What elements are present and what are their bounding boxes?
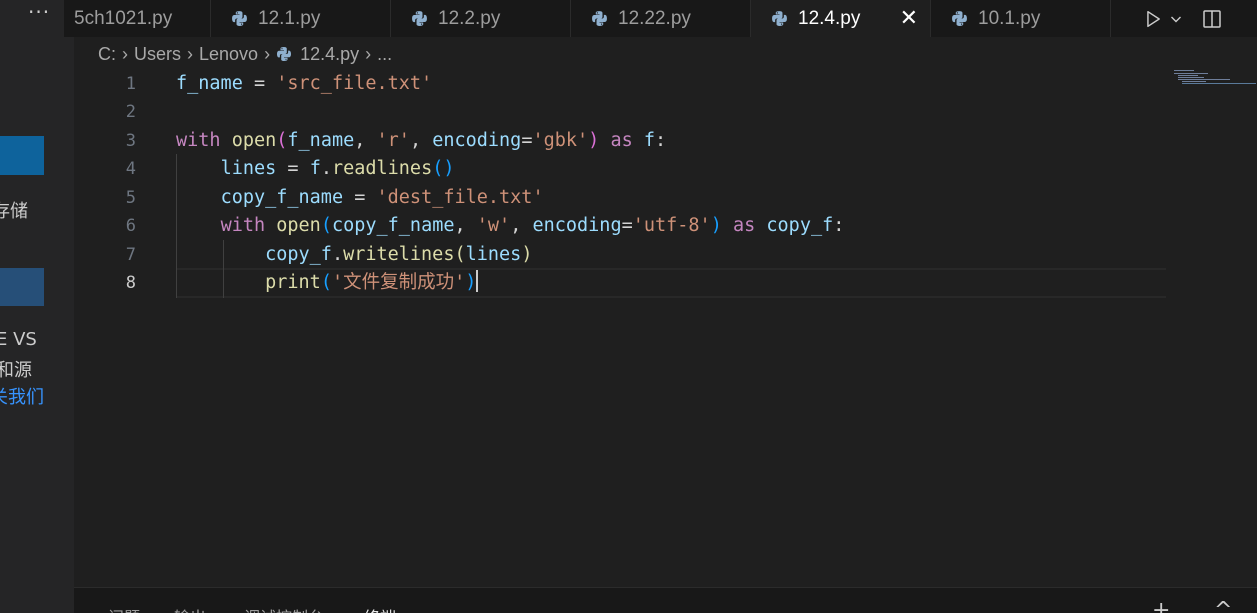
code-text: print('文件复制成功') [265, 270, 479, 293]
code-line: 5 copy_f_name = 'dest_file.txt' [74, 184, 1257, 212]
python-file-icon [412, 11, 427, 26]
chevron-right-icon: › [122, 43, 128, 64]
line-number: 7 [125, 245, 136, 265]
line-number: 8 [125, 273, 136, 293]
python-file-icon [592, 11, 607, 26]
side-panel-link[interactable]: 关我们 [0, 383, 44, 409]
breadcrumb-users[interactable]: Users [134, 44, 181, 65]
tab-label: 10.1.py [978, 7, 1041, 29]
code-editor[interactable]: 1 f_name = 'src_file.txt' 2 3 with open(… [74, 70, 1257, 587]
line-number: 4 [125, 159, 136, 179]
tab-label: 12.4.py [798, 7, 861, 29]
tab-12-4[interactable]: 12.4.py ✕ [751, 0, 931, 37]
chevron-right-icon: › [187, 43, 194, 64]
minimap[interactable] [1172, 70, 1257, 110]
line-number: 6 [125, 216, 136, 236]
panel-tab-terminal[interactable]: 终端 [364, 604, 396, 613]
chevron-right-icon: › [264, 43, 271, 64]
code-line: 7 copy_f.writelines(lines) [74, 241, 1257, 269]
tab-5ch1021[interactable]: 5ch1021.py [64, 0, 211, 37]
tab-12-2[interactable]: 12.2.py [391, 0, 571, 37]
breadcrumb-drive[interactable]: C: [98, 44, 116, 65]
line-number: 2 [125, 102, 136, 122]
chevron-down-icon[interactable] [1170, 13, 1182, 25]
tab-label: 12.22.py [618, 7, 691, 29]
maximize-panel-icon[interactable]: ^ [1214, 598, 1232, 613]
code-text: copy_f.writelines(lines) [265, 244, 533, 265]
code-text: with open(f_name, 'r', encoding='gbk') a… [176, 130, 667, 151]
tab-12-1[interactable]: 12.1.py [211, 0, 391, 37]
side-panel-secondary-button[interactable] [0, 268, 44, 306]
code-line: 4 lines = f.readlines() [74, 155, 1257, 183]
code-line-current: 8 print('文件复制成功') [74, 269, 1257, 297]
side-panel-text: E VS [0, 329, 37, 350]
code-line: 1 f_name = 'src_file.txt' [74, 70, 1257, 98]
add-terminal-icon[interactable]: + [1152, 598, 1170, 613]
bottom-panel: 问题 输出 调试控制台 终端 + ^ [74, 587, 1257, 613]
side-panel-primary-button[interactable] [0, 136, 44, 175]
text-cursor [476, 270, 479, 292]
code-text: f_name = 'src_file.txt' [176, 73, 433, 94]
side-panel-text: 存储 [0, 201, 28, 222]
line-number: 5 [125, 188, 136, 208]
tab-label: 12.1.py [258, 7, 321, 29]
panel-tab-problems[interactable]: 问题 [108, 604, 140, 613]
code-line: 2 [74, 98, 1257, 126]
editor-actions [1132, 0, 1257, 37]
close-icon[interactable]: ✕ [900, 0, 918, 37]
code-text: copy_f_name = 'dest_file.txt' [220, 187, 544, 208]
python-file-icon [772, 11, 787, 26]
editor-tab-bar: 5ch1021.py 12.1.py 12.2.py 12.22.py 12.4… [64, 0, 1257, 37]
line-number: 3 [125, 131, 136, 151]
chevron-right-icon: › [365, 43, 372, 64]
breadcrumb-more[interactable]: ... [377, 44, 392, 65]
tab-label: 12.2.py [438, 7, 501, 29]
code-line: 3 with open(f_name, 'r', encoding='gbk')… [74, 127, 1257, 155]
python-file-icon [952, 11, 967, 26]
python-file-icon [277, 47, 292, 61]
python-file-icon [232, 11, 247, 26]
tab-10-1[interactable]: 10.1.py [931, 0, 1111, 37]
more-actions-icon[interactable]: ··· [28, 0, 50, 24]
breadcrumb-lenovo[interactable]: Lenovo [199, 44, 258, 65]
split-editor-icon[interactable] [1202, 9, 1222, 29]
panel-tab-output[interactable]: 输出 [174, 604, 206, 613]
side-panel-text: 和源 [0, 360, 32, 381]
panel-tab-debug-console[interactable]: 调试控制台 [244, 604, 324, 613]
run-icon[interactable] [1144, 10, 1162, 28]
side-panel: ··· 存储 E VS 和源 关我们 [0, 0, 74, 613]
code-text: lines = f.readlines() [220, 158, 455, 179]
tab-12-22[interactable]: 12.22.py [571, 0, 751, 37]
breadcrumb: C: › Users › Lenovo › 12.4.py › ... [98, 42, 392, 66]
code-text: with open(copy_f_name, 'w', encoding='ut… [220, 215, 845, 236]
line-number: 1 [125, 74, 136, 94]
breadcrumb-file[interactable]: 12.4.py [300, 44, 359, 65]
tab-label: 5ch1021.py [74, 7, 173, 29]
code-line: 6 with open(copy_f_name, 'w', encoding='… [74, 212, 1257, 240]
